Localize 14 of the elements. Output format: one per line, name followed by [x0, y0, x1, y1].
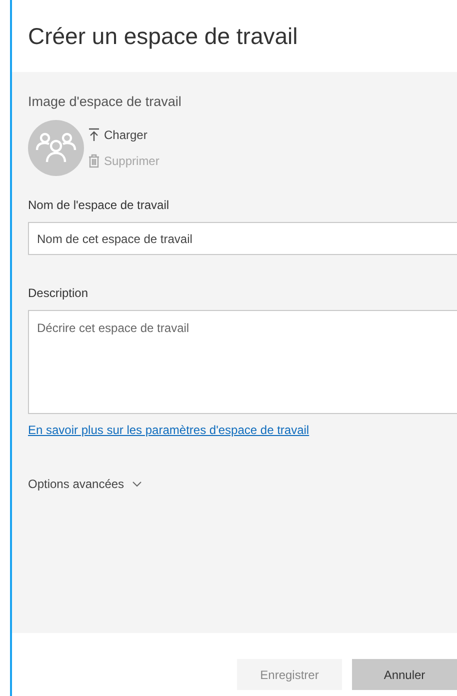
group-avatar-icon — [28, 120, 84, 176]
upload-button[interactable]: Charger — [88, 126, 160, 144]
trash-icon — [88, 154, 100, 168]
advanced-options-toggle[interactable]: Options avancées — [28, 475, 142, 494]
cancel-button[interactable]: Annuler — [352, 659, 457, 690]
image-label: Image d'espace de travail — [28, 93, 182, 111]
dialog-title: Créer un espace de travail — [28, 22, 298, 51]
upload-icon — [88, 128, 100, 142]
description-label: Description — [28, 285, 90, 302]
learn-more-link[interactable]: En savoir plus sur les paramètres d'espace de travail — [28, 421, 310, 440]
name-label: Nom de l'espace de travail — [28, 197, 170, 214]
name-field[interactable]: Nom de cet espace de travail — [28, 222, 457, 256]
chevron-icon — [132, 481, 142, 488]
description-field[interactable]: Décrire cet espace de travail — [28, 310, 457, 414]
